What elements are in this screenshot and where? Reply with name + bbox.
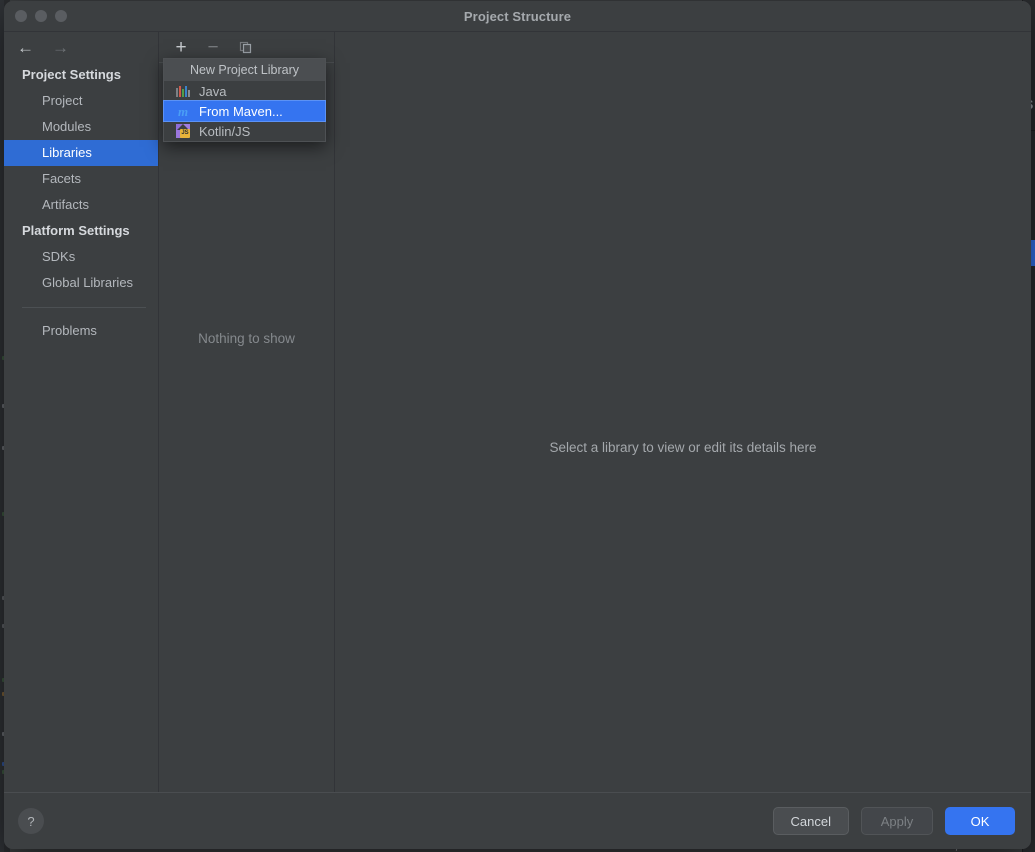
sidebar-item-artifacts[interactable]: Artifacts bbox=[4, 192, 158, 218]
popup-header: New Project Library bbox=[164, 59, 325, 81]
popup-item-label: From Maven... bbox=[199, 104, 283, 119]
zoom-window-button[interactable] bbox=[55, 10, 67, 22]
sidebar-divider bbox=[22, 307, 146, 308]
copy-library-icon[interactable] bbox=[237, 39, 253, 55]
popup-item-label: Kotlin/JS bbox=[199, 124, 250, 139]
sidebar-item-facets[interactable]: Facets bbox=[4, 166, 158, 192]
dialog-body: ← → Project Settings Project Modules Lib… bbox=[4, 32, 1031, 792]
sidebar-group-platform-settings: Platform Settings bbox=[4, 218, 158, 244]
help-button[interactable]: ? bbox=[18, 808, 44, 834]
project-structure-dialog: Project Structure ← → Project Settings P… bbox=[4, 1, 1031, 849]
sidebar-item-global-libraries[interactable]: Global Libraries bbox=[4, 270, 158, 296]
sidebar-item-project[interactable]: Project bbox=[4, 88, 158, 114]
navigation-arrows: ← → bbox=[4, 32, 158, 62]
dialog-titlebar: Project Structure bbox=[4, 1, 1031, 32]
settings-sidebar: ← → Project Settings Project Modules Lib… bbox=[4, 32, 159, 792]
sidebar-item-modules[interactable]: Modules bbox=[4, 114, 158, 140]
popup-item-label: Java bbox=[199, 84, 226, 99]
libraries-list-panel: + − Nothing to show New Project Library bbox=[159, 32, 335, 792]
cancel-button[interactable]: Cancel bbox=[773, 807, 849, 835]
popup-item-kotlin-js[interactable]: JS Kotlin/JS bbox=[164, 121, 325, 141]
close-window-button[interactable] bbox=[15, 10, 27, 22]
remove-library-icon[interactable]: − bbox=[205, 39, 221, 55]
new-project-library-popup: New Project Library Java bbox=[163, 58, 326, 142]
popup-item-from-maven[interactable]: m From Maven... bbox=[164, 101, 325, 121]
libraries-empty-message: Nothing to show bbox=[159, 63, 334, 792]
java-icon bbox=[175, 83, 191, 99]
kotlin-js-icon: JS bbox=[175, 123, 191, 139]
dialog-title: Project Structure bbox=[464, 9, 571, 24]
maven-icon: m bbox=[175, 103, 191, 119]
popup-item-java[interactable]: Java bbox=[164, 81, 325, 101]
dialog-footer: ? Cancel Apply OK bbox=[4, 792, 1031, 849]
sidebar-item-sdks[interactable]: SDKs bbox=[4, 244, 158, 270]
sidebar-group-project-settings: Project Settings bbox=[4, 62, 158, 88]
forward-arrow-icon[interactable]: → bbox=[52, 39, 69, 56]
minimize-window-button[interactable] bbox=[35, 10, 47, 22]
apply-button: Apply bbox=[861, 807, 933, 835]
library-detail-placeholder: Select a library to view or edit its det… bbox=[549, 440, 816, 455]
library-detail-panel: Select a library to view or edit its det… bbox=[335, 32, 1031, 792]
add-library-icon[interactable]: + bbox=[173, 39, 189, 55]
back-arrow-icon[interactable]: ← bbox=[17, 39, 34, 56]
traffic-lights bbox=[15, 1, 67, 31]
ok-button[interactable]: OK bbox=[945, 807, 1015, 835]
sidebar-item-libraries[interactable]: Libraries bbox=[4, 140, 158, 166]
sidebar-item-problems[interactable]: Problems bbox=[4, 318, 158, 344]
